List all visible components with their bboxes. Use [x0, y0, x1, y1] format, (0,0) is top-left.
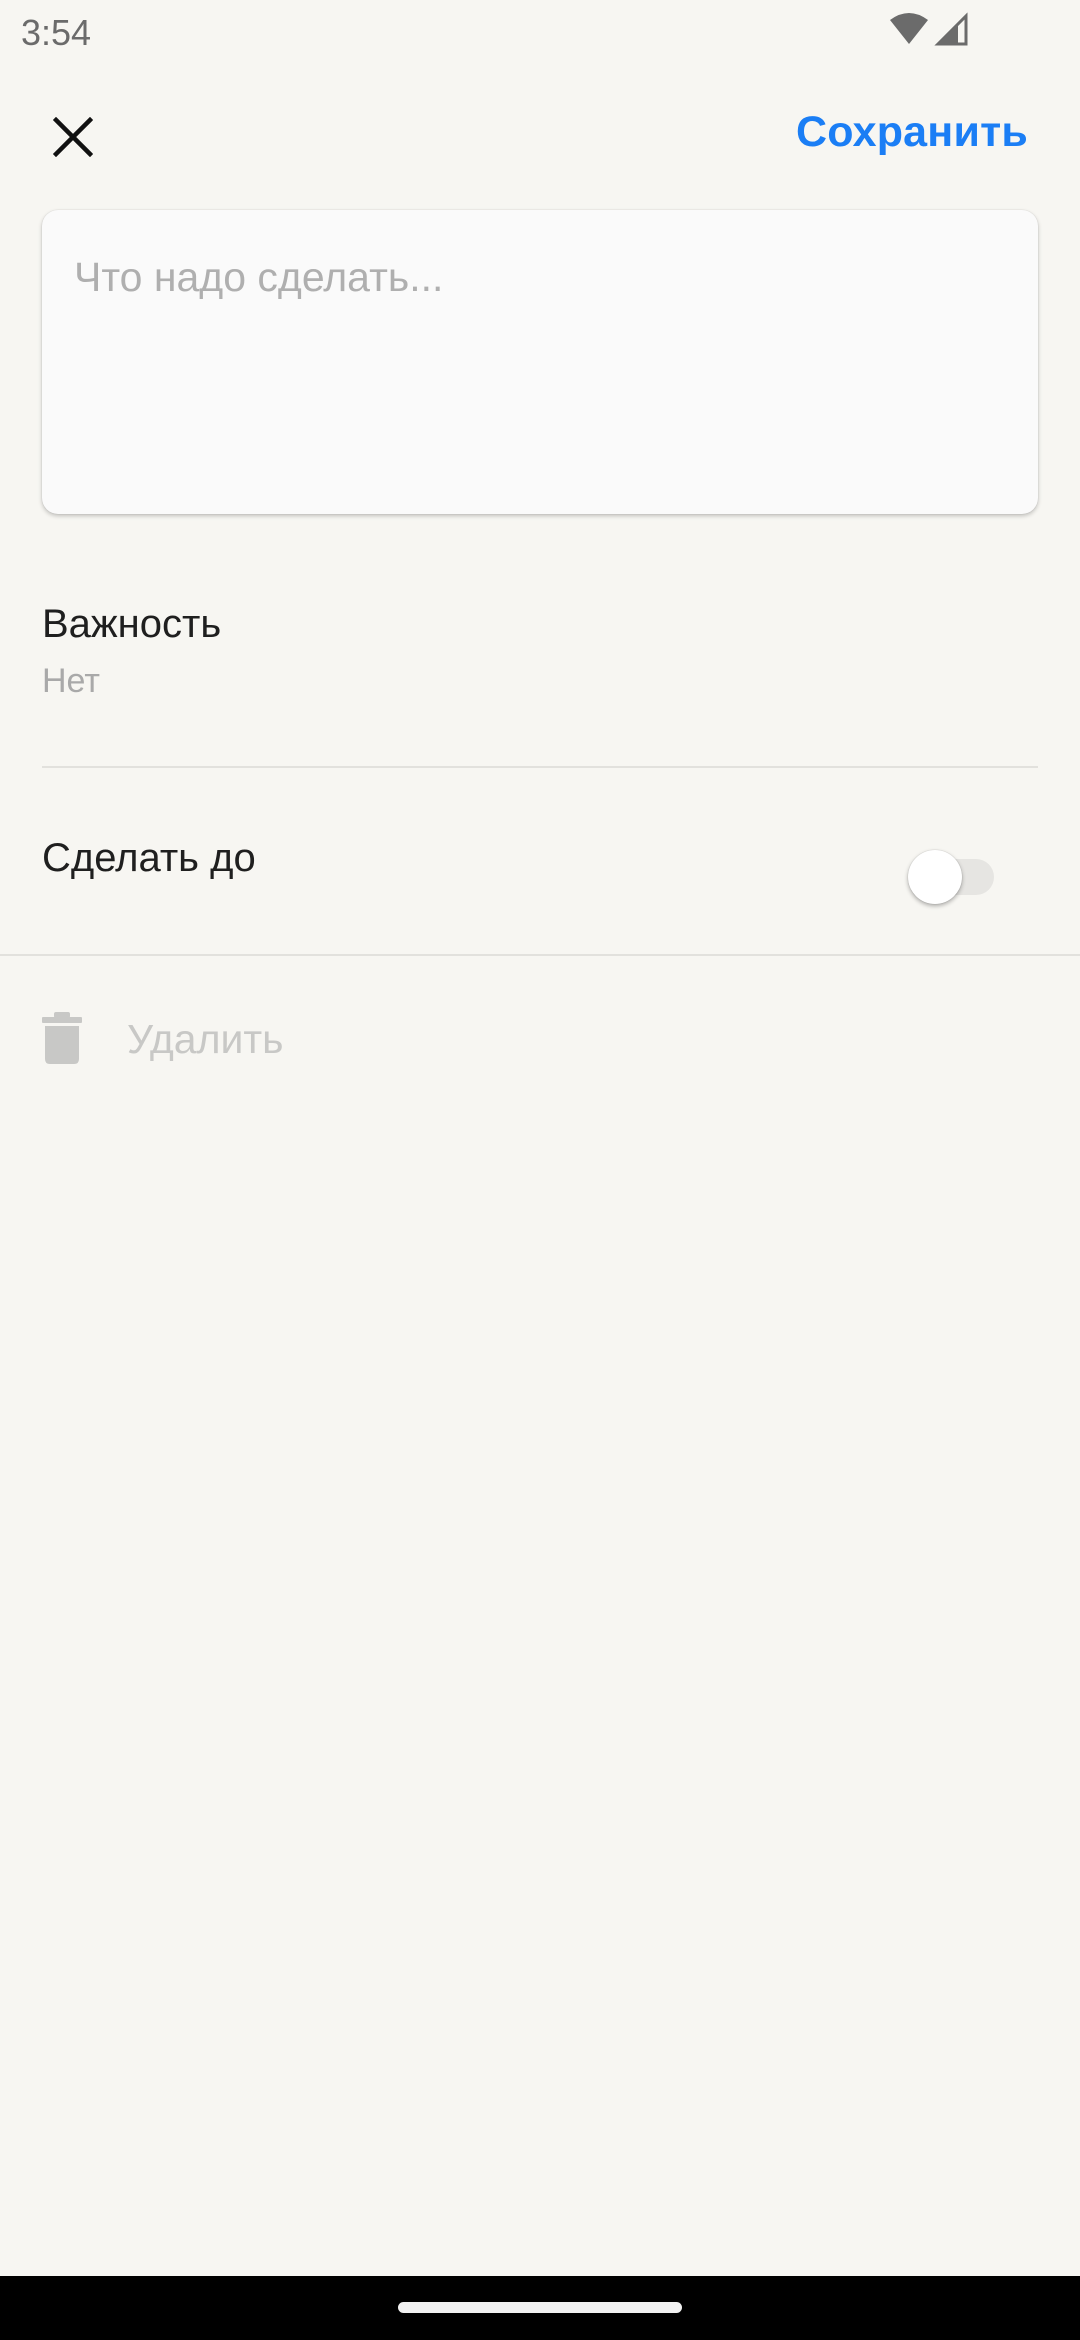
- wifi-icon: [890, 13, 928, 44]
- task-input[interactable]: [74, 254, 1004, 474]
- importance-selector[interactable]: Важность Нет: [42, 590, 1038, 766]
- navigation-bar: [0, 2276, 1080, 2340]
- deadline-row: Сделать до: [42, 800, 1038, 920]
- delete-label: Удалить: [127, 1016, 284, 1062]
- close-icon: [53, 117, 93, 157]
- deadline-label: Сделать до: [42, 836, 256, 880]
- toggle-thumb: [908, 850, 962, 904]
- trash-icon: [42, 1012, 82, 1064]
- delete-button[interactable]: Удалить: [42, 1006, 542, 1072]
- status-bar: 3:54: [0, 0, 1080, 64]
- importance-label: Важность: [42, 602, 222, 646]
- home-indicator[interactable]: [398, 2302, 682, 2313]
- status-icons: [888, 12, 998, 52]
- close-button[interactable]: [40, 104, 106, 170]
- divider: [42, 766, 1038, 768]
- save-button[interactable]: Сохранить: [796, 108, 1028, 157]
- task-card: [42, 210, 1038, 514]
- task-edit-screen: 3:54 Сохранить Важность Нет Сделать до: [0, 0, 1080, 2340]
- status-time: 3:54: [21, 12, 92, 53]
- importance-value: Нет: [42, 662, 100, 700]
- deadline-toggle[interactable]: [908, 838, 1004, 904]
- divider: [0, 954, 1080, 956]
